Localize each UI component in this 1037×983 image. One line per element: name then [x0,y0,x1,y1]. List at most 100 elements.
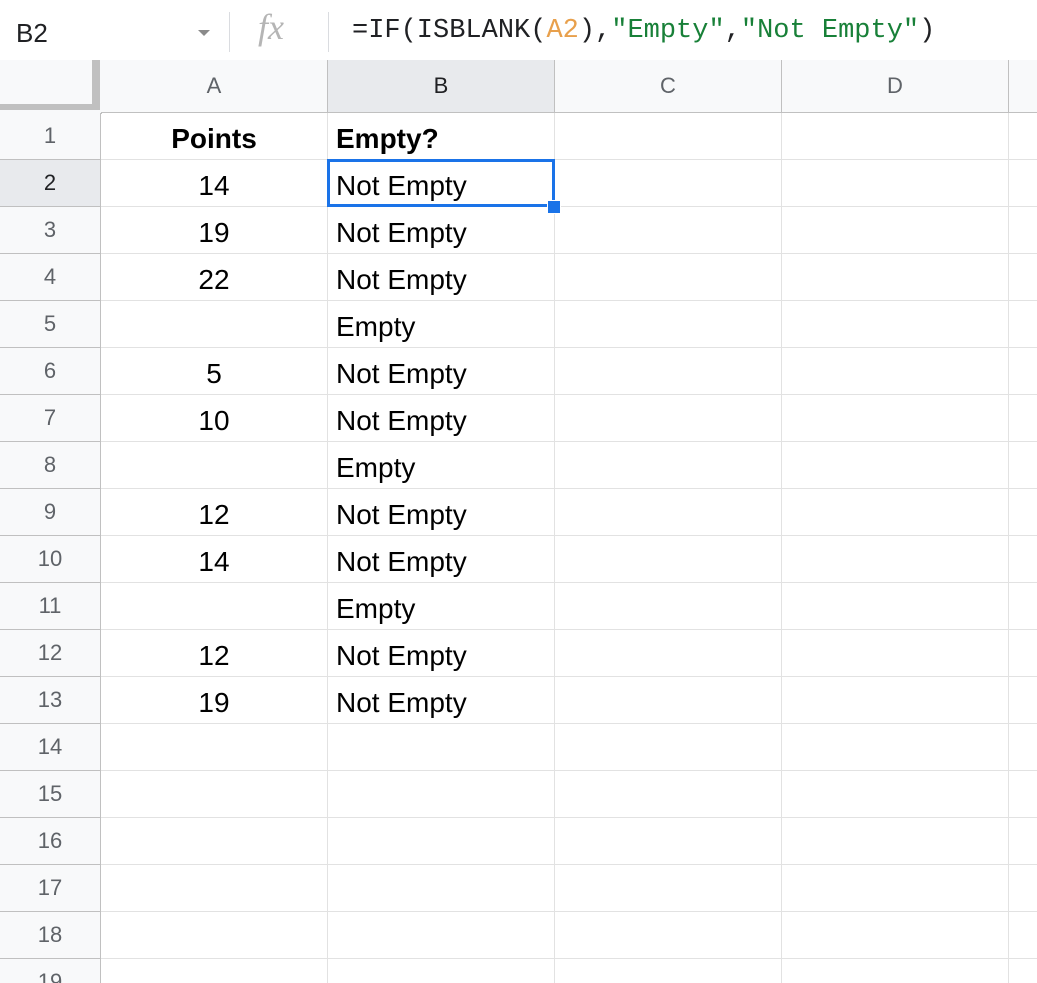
cell-c12[interactable] [555,630,782,677]
frozen-row-handle[interactable] [0,104,100,110]
cell-c19[interactable] [555,959,782,983]
cell-c13[interactable] [555,677,782,724]
cell-a19[interactable] [101,959,328,983]
cell-c9[interactable] [555,489,782,536]
row-header-8[interactable]: 8 [0,442,101,489]
name-box-dropdown-icon[interactable] [198,30,210,36]
row-header-18[interactable]: 18 [0,912,101,959]
cell-c5[interactable] [555,301,782,348]
column-header-d[interactable]: D [782,60,1009,113]
cell-d8[interactable] [782,442,1009,489]
cell-a3[interactable]: 19 [101,207,328,254]
cell-partial[interactable] [1009,113,1037,160]
cell-a12[interactable]: 12 [101,630,328,677]
cell-b19[interactable] [328,959,555,983]
formula-input[interactable]: =IF(ISBLANK(A2),"Empty","Not Empty") [352,16,935,46]
row-header-14[interactable]: 14 [0,724,101,771]
cell-d5[interactable] [782,301,1009,348]
fill-handle[interactable] [547,200,561,214]
cell-c18[interactable] [555,912,782,959]
cell-d14[interactable] [782,724,1009,771]
cell-b6[interactable]: Not Empty [328,348,555,395]
cell-d11[interactable] [782,583,1009,630]
cell-b13[interactable]: Not Empty [328,677,555,724]
cell-partial[interactable] [1009,395,1037,442]
cell-c8[interactable] [555,442,782,489]
cell-a9[interactable]: 12 [101,489,328,536]
cell-partial[interactable] [1009,489,1037,536]
row-header-16[interactable]: 16 [0,818,101,865]
cell-b7[interactable]: Not Empty [328,395,555,442]
row-header-6[interactable]: 6 [0,348,101,395]
cell-a16[interactable] [101,818,328,865]
row-header-11[interactable]: 11 [0,583,101,630]
cell-d18[interactable] [782,912,1009,959]
cell-partial[interactable] [1009,348,1037,395]
column-header-a[interactable]: A [101,60,328,113]
cell-b3[interactable]: Not Empty [328,207,555,254]
cell-b12[interactable]: Not Empty [328,630,555,677]
cell-partial[interactable] [1009,959,1037,983]
cell-partial[interactable] [1009,724,1037,771]
column-header-c[interactable]: C [555,60,782,113]
cell-d13[interactable] [782,677,1009,724]
cell-b11[interactable]: Empty [328,583,555,630]
frozen-column-handle[interactable] [92,60,100,108]
cell-partial[interactable] [1009,254,1037,301]
row-header-19[interactable]: 19 [0,959,101,983]
cell-c10[interactable] [555,536,782,583]
cell-partial[interactable] [1009,160,1037,207]
cell-d4[interactable] [782,254,1009,301]
name-box[interactable]: B2 [0,8,228,56]
cell-partial[interactable] [1009,442,1037,489]
cell-d1[interactable] [782,113,1009,160]
cell-d16[interactable] [782,818,1009,865]
cell-a4[interactable]: 22 [101,254,328,301]
cell-b2[interactable]: Not Empty [328,160,555,207]
cell-d19[interactable] [782,959,1009,983]
cell-d7[interactable] [782,395,1009,442]
cell-partial[interactable] [1009,536,1037,583]
cell-c16[interactable] [555,818,782,865]
cell-partial[interactable] [1009,207,1037,254]
cell-b1[interactable]: Empty? [328,113,555,160]
cell-b15[interactable] [328,771,555,818]
row-header-17[interactable]: 17 [0,865,101,912]
cell-d15[interactable] [782,771,1009,818]
cell-partial[interactable] [1009,771,1037,818]
cell-b8[interactable]: Empty [328,442,555,489]
cell-partial[interactable] [1009,677,1037,724]
row-header-3[interactable]: 3 [0,207,101,254]
cell-c7[interactable] [555,395,782,442]
cell-b5[interactable]: Empty [328,301,555,348]
column-header-b[interactable]: B [328,60,555,113]
row-header-5[interactable]: 5 [0,301,101,348]
cell-c11[interactable] [555,583,782,630]
row-header-2[interactable]: 2 [0,160,101,207]
column-header-partial[interactable] [1009,60,1037,113]
cell-partial[interactable] [1009,630,1037,677]
cell-d17[interactable] [782,865,1009,912]
cell-a7[interactable]: 10 [101,395,328,442]
cell-b9[interactable]: Not Empty [328,489,555,536]
cell-a15[interactable] [101,771,328,818]
cell-c17[interactable] [555,865,782,912]
cell-a14[interactable] [101,724,328,771]
cell-c2[interactable] [555,160,782,207]
cell-d12[interactable] [782,630,1009,677]
cell-c6[interactable] [555,348,782,395]
cell-b14[interactable] [328,724,555,771]
cell-c15[interactable] [555,771,782,818]
row-header-10[interactable]: 10 [0,536,101,583]
cell-a17[interactable] [101,865,328,912]
cell-a1[interactable]: Points [101,113,328,160]
row-header-9[interactable]: 9 [0,489,101,536]
cell-c14[interactable] [555,724,782,771]
cell-b10[interactable]: Not Empty [328,536,555,583]
cell-b16[interactable] [328,818,555,865]
cell-d2[interactable] [782,160,1009,207]
cell-b18[interactable] [328,912,555,959]
row-header-1[interactable]: 1 [0,113,101,160]
select-all-corner[interactable] [0,60,102,114]
row-header-13[interactable]: 13 [0,677,101,724]
